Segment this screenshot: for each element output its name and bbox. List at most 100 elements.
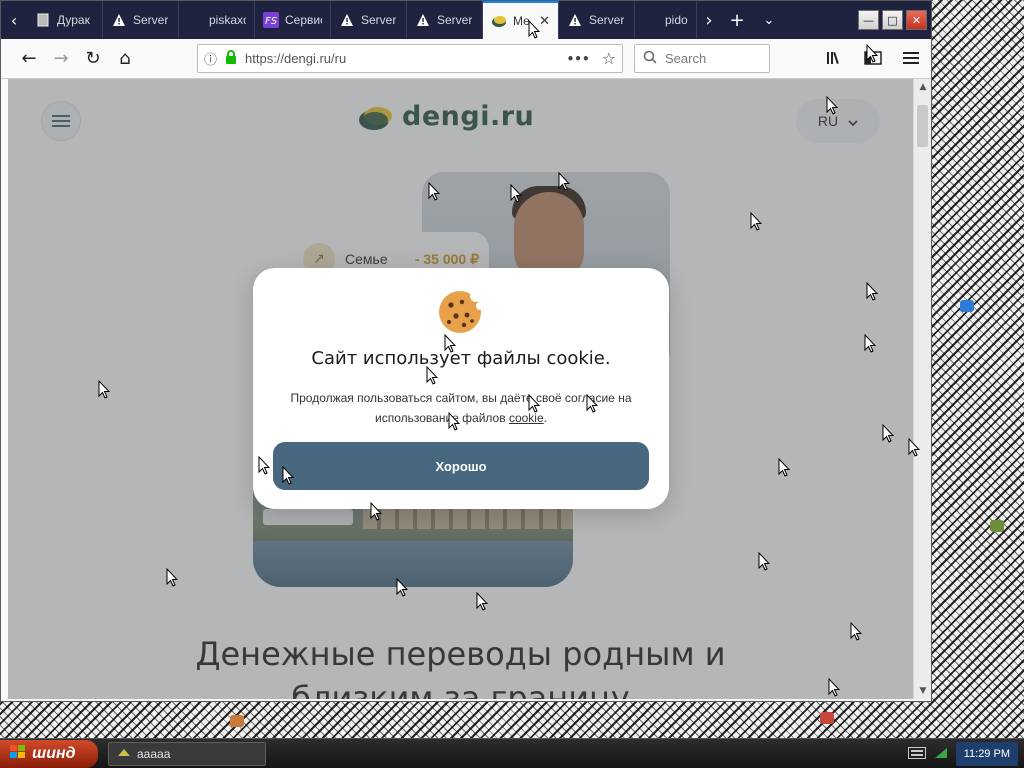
mouse-cursor-icon <box>98 380 110 399</box>
browser-tab[interactable]: Server <box>103 1 179 39</box>
url-text[interactable]: https://dengi.ru/ru <box>245 51 346 66</box>
home-icon[interactable]: ⌂ <box>109 43 141 75</box>
task-app-icon <box>117 746 131 763</box>
page-scrollbar[interactable]: ▲ ▼ <box>913 79 931 699</box>
page-icon <box>35 12 51 28</box>
browser-tab[interactable]: piskaxo <box>179 1 255 39</box>
mouse-cursor-icon <box>850 622 862 641</box>
network-icon[interactable] <box>934 746 948 763</box>
taskbar-task[interactable]: ааааа <box>108 742 266 766</box>
cookie-link[interactable]: cookie <box>509 411 544 425</box>
mouse-cursor-icon <box>528 394 540 413</box>
scroll-down-icon[interactable]: ▼ <box>914 683 932 699</box>
search-input[interactable]: Search <box>634 44 770 73</box>
browser-tab[interactable]: Server <box>407 1 483 39</box>
windows-flag-icon <box>10 744 26 764</box>
mouse-cursor-icon <box>908 438 920 457</box>
mouse-cursor-icon <box>866 44 878 63</box>
cookie-dialog-suffix: . <box>543 411 547 425</box>
forward-icon[interactable]: → <box>45 43 77 75</box>
scroll-thumb[interactable] <box>917 105 928 147</box>
back-icon[interactable]: ← <box>13 43 45 75</box>
tab-label: Сервис <box>285 13 322 27</box>
tab-scroll-left-icon[interactable]: ‹ <box>1 1 27 39</box>
mouse-cursor-icon <box>882 424 894 443</box>
fs-icon: FS <box>263 12 279 28</box>
desktop-icon-fragment <box>960 300 974 312</box>
bookmark-star-icon[interactable]: ☆ <box>602 49 616 68</box>
start-button[interactable]: шинд <box>0 740 98 768</box>
mouse-cursor-icon <box>396 578 408 597</box>
mouse-cursor-icon <box>258 456 270 475</box>
tab-label: Server <box>361 13 397 27</box>
window-close-icon[interactable]: ✕ <box>906 10 927 30</box>
tab-scroll-right-icon[interactable]: › <box>697 1 721 39</box>
blank-icon <box>187 12 203 28</box>
tab-label: Server <box>437 13 473 27</box>
mouse-cursor-icon <box>426 366 438 385</box>
mouse-cursor-icon <box>448 412 460 431</box>
search-placeholder: Search <box>665 51 707 66</box>
dengi-icon <box>491 13 507 29</box>
new-tab-icon[interactable]: + <box>721 1 753 39</box>
system-tray: 11:29 PM <box>874 740 1024 768</box>
library-icon[interactable] <box>821 44 849 72</box>
accept-cookies-button[interactable]: Хорошо <box>273 442 649 490</box>
clock[interactable]: 11:29 PM <box>955 742 1018 766</box>
tab-strip: ‹ Дурак Server piskaxo FS Сервис Server … <box>1 1 931 39</box>
desktop-icon-fragment <box>230 715 244 727</box>
mouse-cursor-icon <box>528 20 540 39</box>
blank-icon <box>643 12 659 28</box>
keyboard-icon[interactable] <box>907 746 926 762</box>
tab-label: Server <box>133 13 169 27</box>
desktop-icon-fragment <box>990 520 1004 532</box>
mouse-cursor-icon <box>828 678 840 697</box>
browser-tab[interactable]: Дурак <box>27 1 103 39</box>
search-icon <box>643 50 657 67</box>
warning-icon <box>111 12 127 28</box>
mouse-cursor-icon <box>750 212 762 231</box>
tab-list-chevron-icon[interactable]: ⌄ <box>753 1 785 39</box>
mouse-cursor-icon <box>510 184 522 203</box>
browser-tab[interactable]: Server <box>331 1 407 39</box>
warning-icon <box>567 12 583 28</box>
cookie-dialog-body: Продолжая пользоваться сайтом, вы даёте … <box>290 391 632 425</box>
mouse-cursor-icon <box>864 334 876 353</box>
browser-tab-active[interactable]: Ме ✕ <box>483 1 559 39</box>
mouse-cursor-icon <box>444 334 456 353</box>
tab-label: Дурак <box>57 13 90 27</box>
mouse-cursor-icon <box>166 568 178 587</box>
url-bar[interactable]: ⓘ https://dengi.ru/ru ••• ☆ <box>197 44 623 73</box>
info-icon[interactable]: ⓘ <box>204 49 217 68</box>
warning-icon <box>415 12 431 28</box>
mouse-cursor-icon <box>826 96 838 115</box>
mouse-cursor-icon <box>778 458 790 477</box>
cookie-dialog-title: Сайт использует файлы cookie. <box>311 348 611 369</box>
browser-tab[interactable]: FS Сервис <box>255 1 331 39</box>
scroll-up-icon[interactable]: ▲ <box>914 79 932 95</box>
start-label: шинд <box>32 745 76 762</box>
mouse-cursor-icon <box>282 466 294 485</box>
mouse-cursor-icon <box>586 394 598 413</box>
cookie-consent-dialog: Сайт использует файлы cookie. Продолжая … <box>253 268 669 509</box>
minimize-icon[interactable]: — <box>858 10 879 30</box>
browser-tab[interactable]: Server <box>559 1 635 39</box>
task-label: ааааа <box>137 747 171 761</box>
browser-tab[interactable]: pidor <box>635 1 697 39</box>
navigation-toolbar: ← → ↻ ⌂ ⓘ https://dengi.ru/ru ••• ☆ Sear… <box>1 39 931 79</box>
reload-icon[interactable]: ↻ <box>77 43 109 75</box>
warning-icon <box>339 12 355 28</box>
maximize-icon[interactable]: □ <box>882 10 903 30</box>
svg-text:FS: FS <box>265 16 278 27</box>
browser-window: ‹ Дурак Server piskaxo FS Сервис Server … <box>0 0 932 702</box>
tab-label: pidor <box>665 13 688 27</box>
mouse-cursor-icon <box>370 502 382 521</box>
page-actions-icon[interactable]: ••• <box>567 52 590 66</box>
tab-close-icon[interactable]: ✕ <box>539 13 550 29</box>
mouse-cursor-icon <box>428 182 440 201</box>
menu-icon[interactable] <box>897 44 925 72</box>
tab-label: piskaxo <box>209 13 246 27</box>
mouse-cursor-icon <box>758 552 770 571</box>
lock-icon[interactable] <box>225 50 237 67</box>
mouse-cursor-icon <box>476 592 488 611</box>
